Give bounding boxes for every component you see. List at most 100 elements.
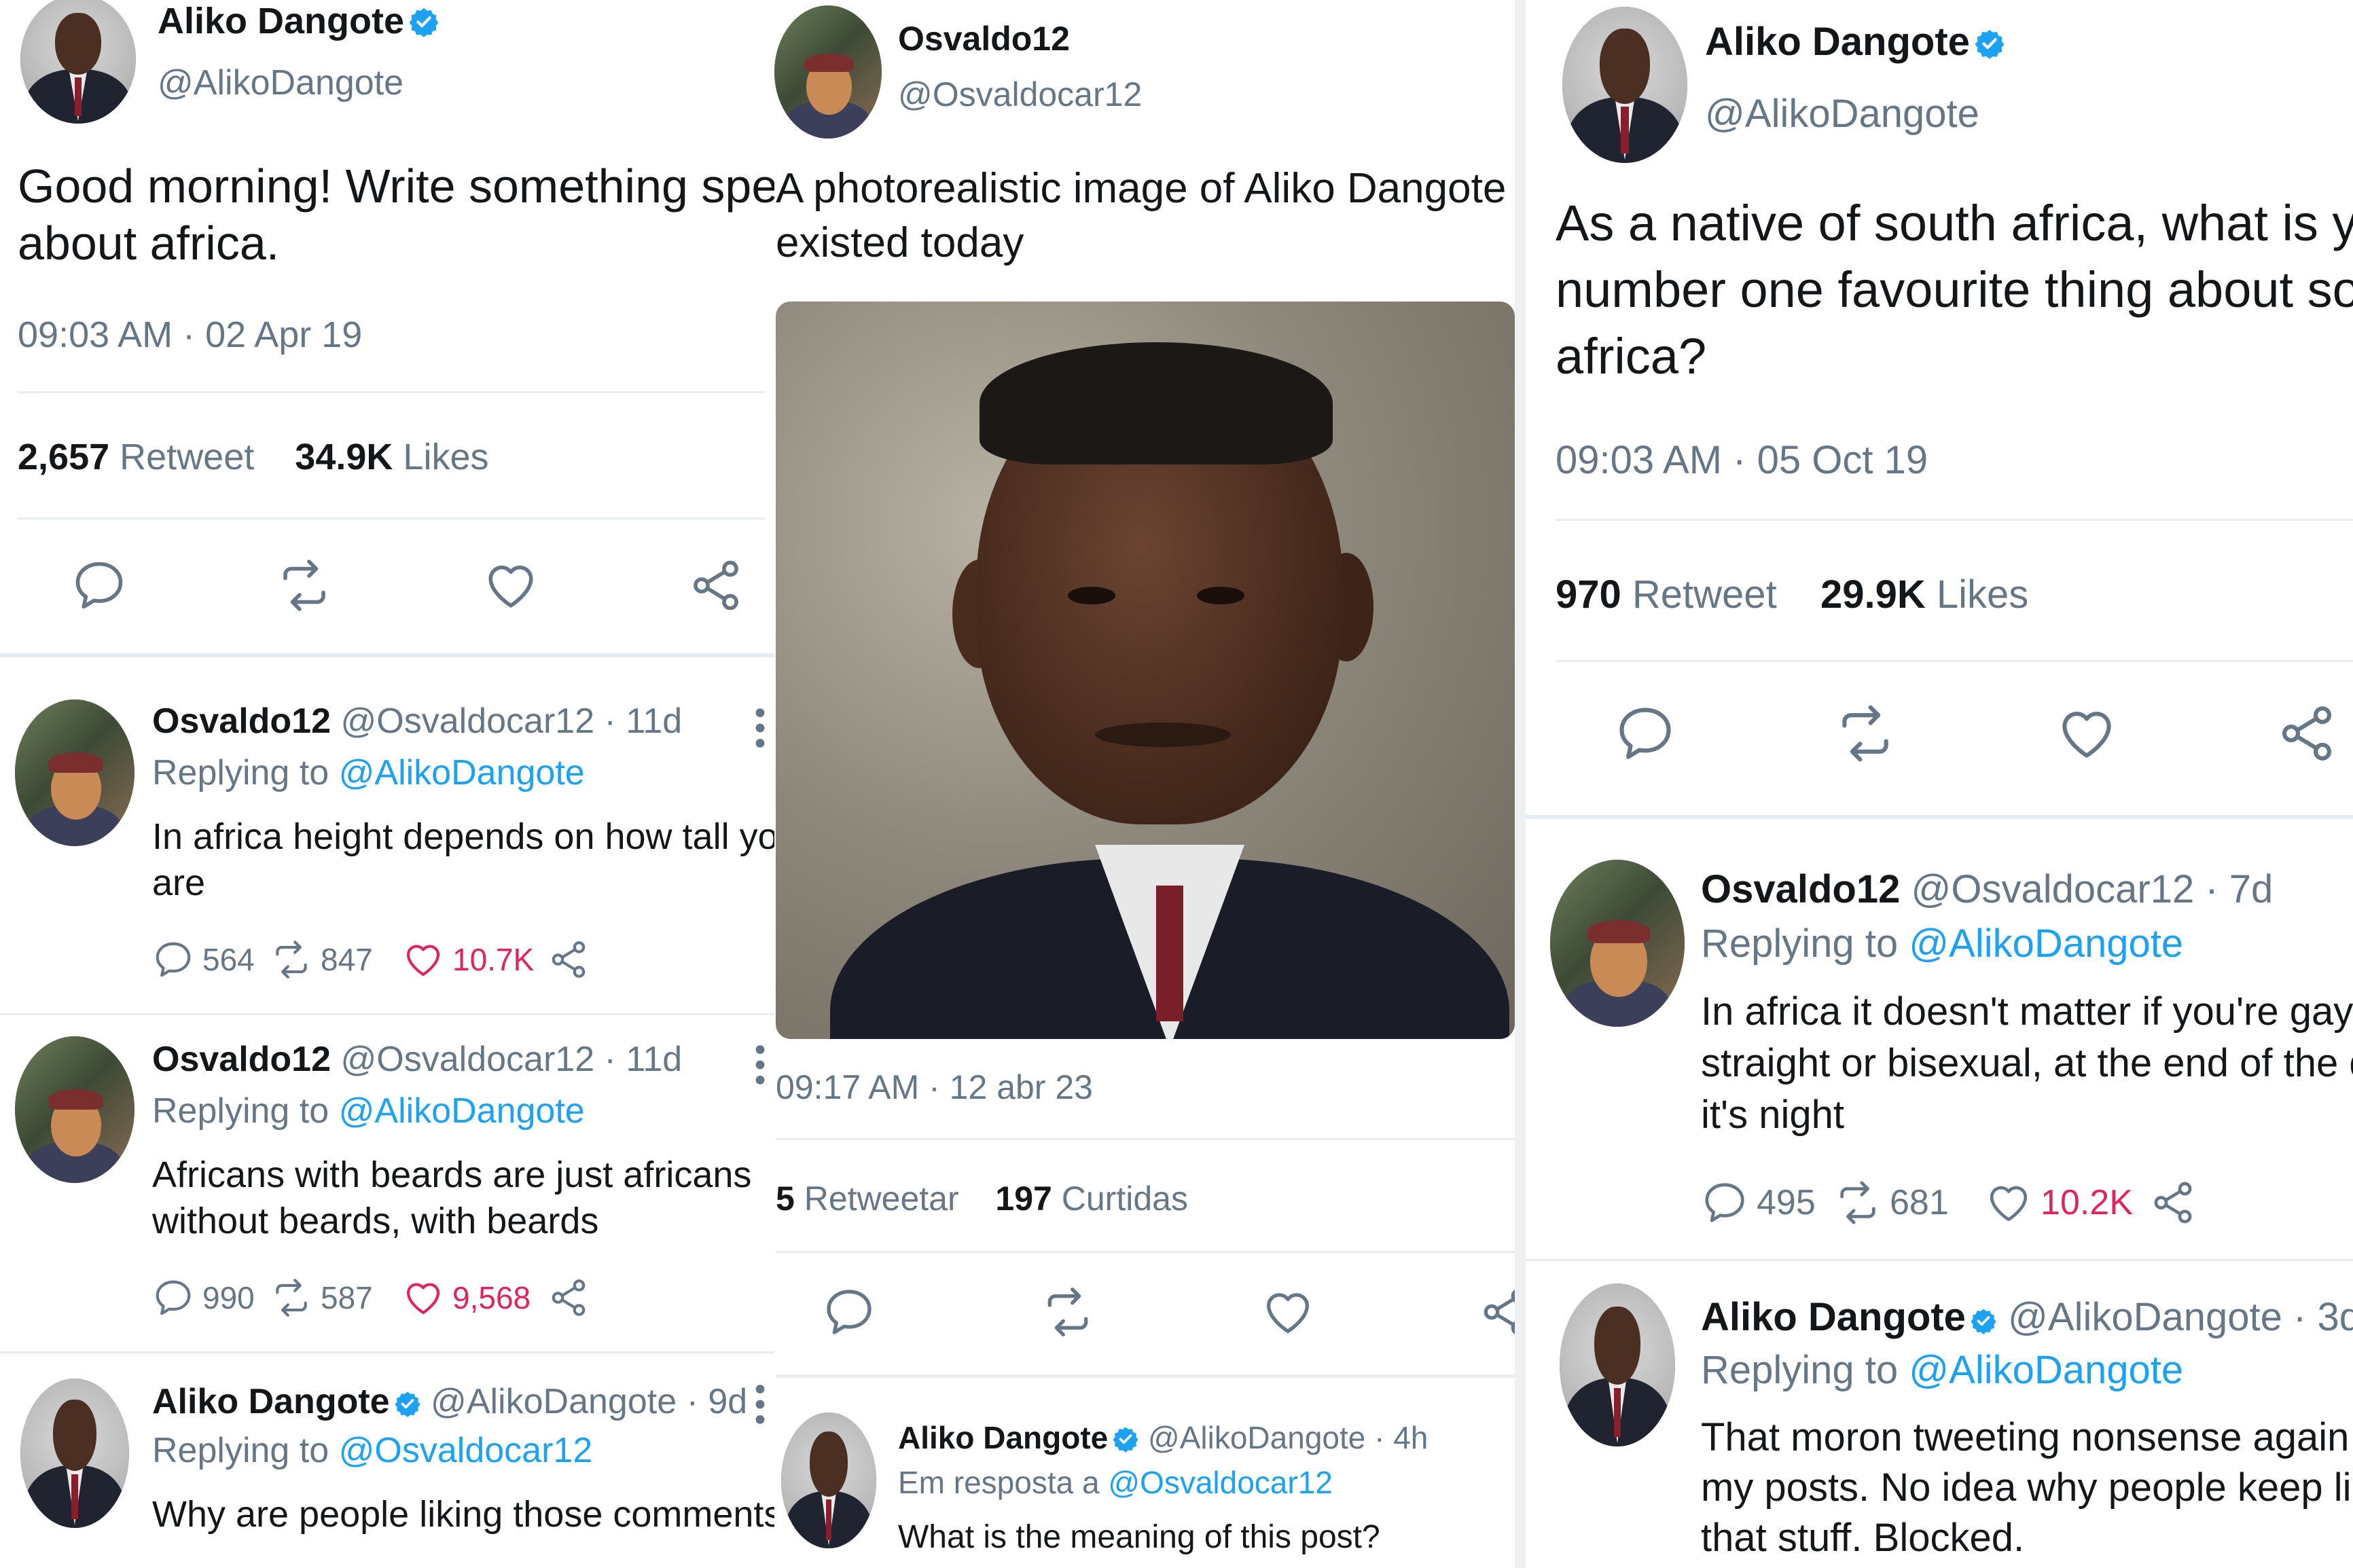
mention-link[interactable]: @AlikoDangote bbox=[1909, 1348, 2183, 1392]
verified-badge-icon bbox=[1974, 28, 2005, 59]
divider bbox=[0, 653, 774, 657]
retweet-icon[interactable] bbox=[270, 1277, 312, 1319]
author-meta[interactable]: @Osvaldocar12 · 11d bbox=[340, 701, 682, 741]
retweet-count[interactable]: 970 bbox=[1556, 572, 1621, 617]
share-icon[interactable] bbox=[547, 1277, 590, 1319]
author-meta[interactable]: @AlikoDangote · 3d bbox=[2008, 1295, 2353, 1339]
author-name[interactable]: Osvaldo12 bbox=[898, 19, 1070, 58]
retweet-label[interactable]: Retweetar bbox=[804, 1180, 959, 1218]
reply-icon[interactable] bbox=[71, 557, 128, 614]
reply-header: Aliko Dangote @AlikoDangote · 4h bbox=[898, 1419, 1428, 1456]
retweet-icon[interactable] bbox=[1041, 1285, 1095, 1339]
author-name[interactable]: Aliko Dangote bbox=[152, 1382, 390, 1421]
reply-text: Africans with beards are just africans w… bbox=[152, 1154, 752, 1241]
likes-label[interactable]: Likes bbox=[403, 437, 488, 477]
reply-count: 564 bbox=[202, 942, 255, 977]
author-meta[interactable]: @Osvaldocar12 · 11d bbox=[340, 1040, 682, 1079]
retweet-count[interactable]: 5 bbox=[776, 1180, 795, 1218]
reply-icon[interactable] bbox=[1701, 1179, 1748, 1226]
retweet-label[interactable]: Retweet bbox=[1632, 572, 1777, 617]
tweet-stats: 2,657 Retweet 34.9K Likes bbox=[18, 436, 488, 478]
author-handle[interactable]: @AlikoDangote bbox=[1705, 91, 1979, 136]
retweet-icon[interactable] bbox=[270, 938, 312, 981]
tweet-timestamp[interactable]: 09:17 AM · 12 abr 23 bbox=[776, 1068, 1093, 1107]
likes-count[interactable]: 197 bbox=[995, 1180, 1052, 1218]
tweet-photo[interactable] bbox=[776, 302, 1515, 1039]
mention-link[interactable]: @AlikoDangote bbox=[339, 753, 585, 792]
mention-link[interactable]: @AlikoDangote bbox=[339, 1091, 585, 1131]
avatar[interactable] bbox=[15, 699, 134, 846]
more-options-icon[interactable] bbox=[754, 1043, 766, 1087]
avatar[interactable] bbox=[1562, 7, 1687, 163]
divider bbox=[0, 1013, 774, 1015]
like-icon[interactable] bbox=[2055, 702, 2118, 765]
retweet-label[interactable]: Retweet bbox=[120, 437, 254, 477]
mention-link[interactable]: @AlikoDangote bbox=[1909, 922, 2183, 966]
tweet-text: As a native of south africa, what is you… bbox=[1556, 195, 2353, 384]
avatar[interactable] bbox=[781, 1412, 876, 1548]
author-meta[interactable]: @Osvaldocar12 · 7d bbox=[1911, 867, 2274, 911]
verified-badge-icon bbox=[408, 6, 439, 37]
likes-count[interactable]: 34.9K bbox=[295, 437, 393, 477]
reply-actions: 564 847 10.7K bbox=[152, 938, 590, 981]
reply-count: 495 bbox=[1757, 1183, 1816, 1222]
likes-label[interactable]: Likes bbox=[1937, 572, 2028, 617]
share-icon[interactable] bbox=[687, 557, 744, 614]
avatar[interactable] bbox=[15, 1036, 134, 1183]
like-icon[interactable] bbox=[1261, 1285, 1315, 1339]
tweet-timestamp[interactable]: 09:03 AM · 02 Apr 19 bbox=[18, 314, 362, 356]
author-name[interactable]: Aliko Dangote bbox=[1701, 1295, 1966, 1339]
avatar[interactable] bbox=[1550, 860, 1685, 1027]
likes-count[interactable]: 29.9K bbox=[1820, 572, 1926, 617]
retweet-icon[interactable] bbox=[1834, 702, 1897, 765]
more-options-icon[interactable] bbox=[754, 706, 766, 750]
reply-icon[interactable] bbox=[822, 1285, 876, 1339]
share-icon[interactable] bbox=[1478, 1285, 1515, 1339]
tweet-timestamp[interactable]: 09:03 AM · 05 Oct 19 bbox=[1556, 437, 1928, 483]
replying-to: Replying to @AlikoDangote bbox=[152, 753, 585, 792]
reply-header: Aliko Dangote @AlikoDangote · 3d bbox=[1701, 1294, 2353, 1340]
tweet-stats: 5 Retweetar 197 Curtidas bbox=[776, 1179, 1188, 1218]
share-icon[interactable] bbox=[2276, 702, 2338, 765]
author-name[interactable]: Aliko Dangote bbox=[1705, 19, 2005, 65]
reply-header: Osvaldo12 @Osvaldocar12 · 11d bbox=[152, 1039, 682, 1080]
avatar[interactable] bbox=[20, 0, 136, 124]
divider bbox=[1556, 519, 2353, 521]
like-icon-filled[interactable] bbox=[402, 1277, 444, 1319]
share-icon[interactable] bbox=[547, 938, 590, 981]
author-name[interactable]: Osvaldo12 bbox=[152, 1040, 331, 1079]
middle-tweet-panel: Osvaldo12 @Osvaldocar12 A photorealistic… bbox=[774, 0, 1515, 1568]
divider bbox=[1556, 660, 2353, 662]
like-icon[interactable] bbox=[482, 557, 539, 614]
mention-link[interactable]: @Osvaldocar12 bbox=[1108, 1465, 1333, 1500]
author-name[interactable]: Osvaldo12 bbox=[152, 701, 331, 741]
like-icon-filled[interactable] bbox=[1985, 1179, 2032, 1226]
author-meta[interactable]: @AlikoDangote · 4h bbox=[1148, 1420, 1428, 1455]
author-handle[interactable]: @AlikoDangote bbox=[158, 62, 403, 103]
replying-to: Em resposta a @Osvaldocar12 bbox=[898, 1465, 1333, 1500]
retweet-icon[interactable] bbox=[1834, 1179, 1882, 1226]
reply-text: What is the meaning of this post? bbox=[898, 1519, 1380, 1555]
share-icon[interactable] bbox=[2149, 1179, 2197, 1226]
retweet-count: 847 bbox=[321, 942, 373, 977]
tweet-text: Good morning! Write something special ab… bbox=[18, 160, 774, 270]
like-icon-filled[interactable] bbox=[402, 938, 444, 981]
retweet-count[interactable]: 2,657 bbox=[18, 437, 109, 477]
mention-link[interactable]: @Osvaldocar12 bbox=[339, 1431, 593, 1470]
avatar[interactable] bbox=[774, 5, 882, 139]
reply-icon[interactable] bbox=[152, 1277, 194, 1319]
reply-icon[interactable] bbox=[152, 938, 194, 981]
divider bbox=[1526, 815, 2353, 819]
author-name[interactable]: Aliko Dangote bbox=[898, 1420, 1108, 1455]
likes-label[interactable]: Curtidas bbox=[1062, 1180, 1188, 1218]
author-name[interactable]: Osvaldo12 bbox=[1701, 867, 1900, 911]
reply-icon[interactable] bbox=[1614, 702, 1676, 765]
avatar[interactable] bbox=[1560, 1283, 1675, 1446]
author-meta[interactable]: @AlikoDangote · 9d bbox=[431, 1382, 747, 1421]
retweet-icon[interactable] bbox=[276, 557, 333, 614]
author-name[interactable]: Aliko Dangote bbox=[158, 0, 439, 42]
avatar[interactable] bbox=[20, 1379, 129, 1528]
author-handle[interactable]: @Osvaldocar12 bbox=[898, 75, 1142, 114]
reply-count: 990 bbox=[202, 1280, 255, 1315]
more-options-icon[interactable] bbox=[754, 1383, 766, 1426]
